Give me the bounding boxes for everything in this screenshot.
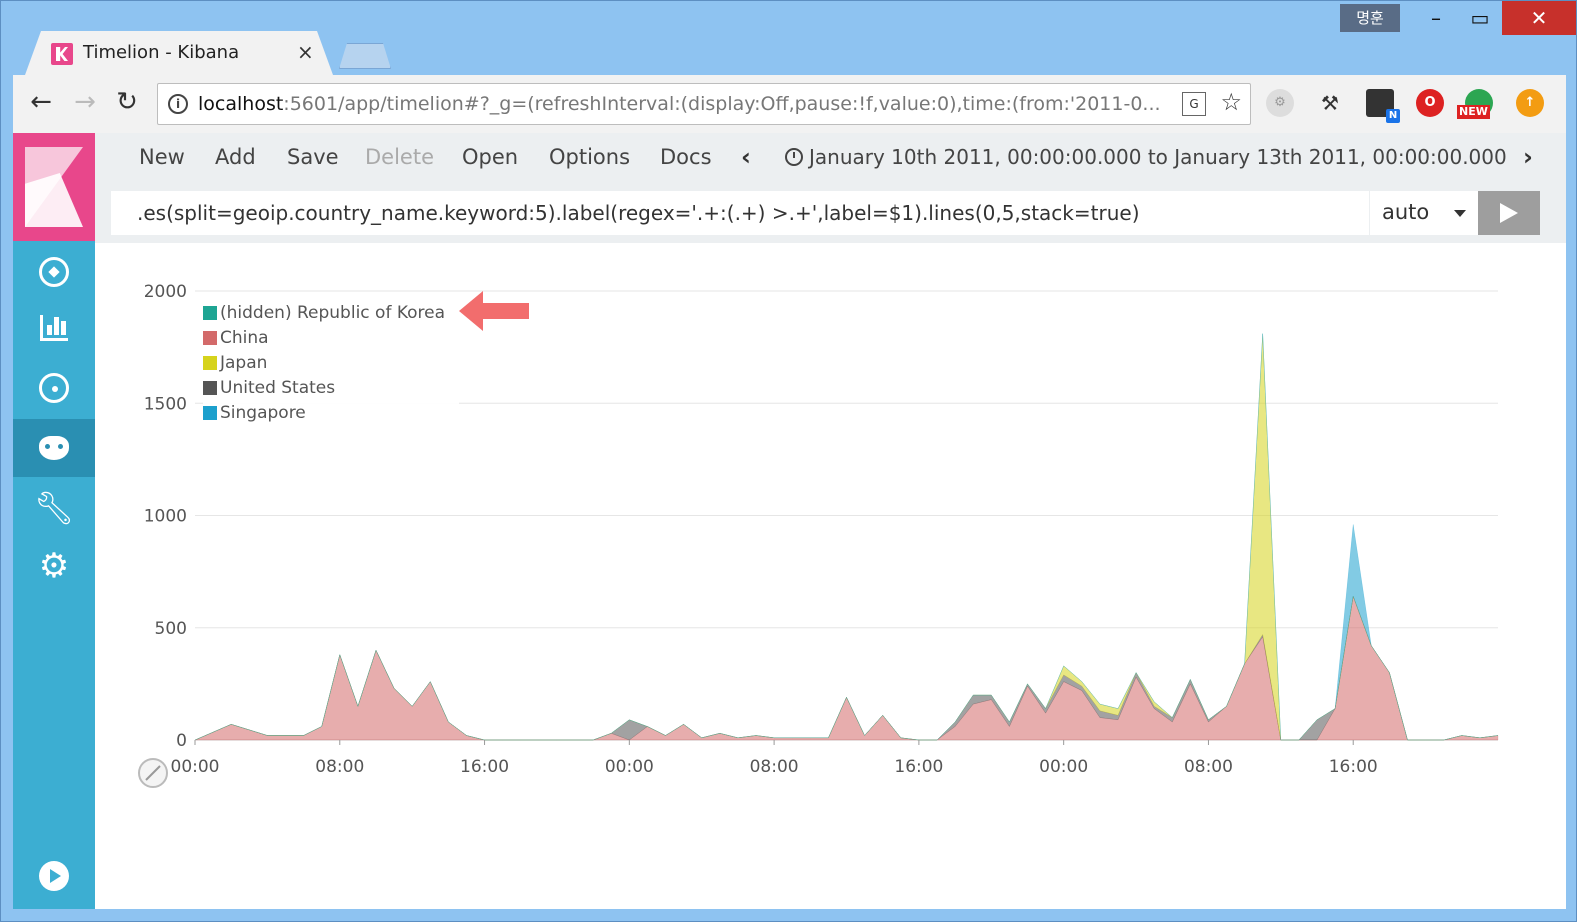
annotation-arrow bbox=[459, 291, 529, 331]
management-gear-icon[interactable]: ⚙ bbox=[13, 537, 95, 595]
y-tick-label: 2000 bbox=[144, 282, 187, 302]
top-nav-menu: New Add Save Delete Open Options Docs ‹ … bbox=[95, 133, 1566, 183]
minimize-icon[interactable]: – bbox=[1414, 1, 1458, 35]
legend-swatch bbox=[203, 355, 217, 370]
y-tick-label: 1500 bbox=[144, 394, 187, 414]
kibana-favicon-icon bbox=[51, 43, 73, 65]
extension-opera-icon[interactable]: O bbox=[1416, 89, 1444, 117]
kibana-sidebar: 🔧︎ ⚙ bbox=[13, 133, 95, 909]
menu-open[interactable]: Open bbox=[462, 145, 518, 169]
tab-title: Timelion - Kibana bbox=[83, 42, 240, 63]
devtools-wrench-icon[interactable]: 🔧︎ bbox=[13, 479, 95, 537]
ime-indicator: 명훈 bbox=[1340, 4, 1400, 32]
clock-icon bbox=[785, 148, 803, 166]
legend-swatch bbox=[203, 305, 217, 320]
legend-item[interactable]: United States bbox=[203, 375, 445, 400]
bookmark-star-icon[interactable]: ☆ bbox=[1220, 88, 1242, 116]
legend-label: (hidden) Republic of Korea bbox=[220, 302, 446, 323]
legend-item[interactable]: Japan bbox=[203, 350, 445, 375]
reset-zoom-icon[interactable] bbox=[138, 758, 168, 788]
reload-icon[interactable]: ↻ bbox=[111, 87, 143, 117]
x-tick-label: 16:00 bbox=[460, 757, 509, 777]
legend-swatch bbox=[203, 330, 217, 345]
kibana-logo[interactable] bbox=[13, 133, 95, 241]
site-info-icon[interactable]: i bbox=[168, 94, 188, 114]
y-tick-label: 500 bbox=[155, 619, 187, 639]
timelion-bear-icon[interactable] bbox=[13, 419, 95, 477]
x-axis: 00:00 08:00 16:00 00:00 08:00 16:00 00:00 08:00… bbox=[171, 740, 1378, 777]
chart-legend: (hidden) Republic of Korea China Japan Unit… bbox=[203, 300, 460, 425]
run-button[interactable] bbox=[1478, 191, 1540, 235]
extension-grammarly-icon[interactable]: NEW bbox=[1457, 89, 1493, 119]
tab-close-icon[interactable]: × bbox=[297, 40, 314, 64]
menu-new[interactable]: New bbox=[139, 145, 185, 169]
forward-icon[interactable]: → bbox=[69, 87, 101, 117]
extension-gear-icon[interactable]: ⚙ bbox=[1266, 89, 1294, 117]
extension-translate-icon[interactable]: N bbox=[1366, 89, 1400, 123]
menu-docs[interactable]: Docs bbox=[660, 145, 712, 169]
time-range-picker[interactable]: January 10th 2011, 00:00:00.000 to Janua… bbox=[785, 145, 1507, 169]
close-window-icon[interactable]: ✕ bbox=[1502, 1, 1576, 35]
x-tick-label: 08:00 bbox=[750, 757, 799, 777]
extension-update-icon[interactable]: ↑ bbox=[1516, 89, 1544, 117]
window-controls: 명훈 – ▭ ✕ bbox=[1340, 1, 1576, 35]
browser-toolbar: ← → ↻ i localhost:5601/app/timelion#?_g=… bbox=[13, 75, 1566, 133]
new-tab-button[interactable] bbox=[339, 43, 391, 69]
x-tick-label: 00:00 bbox=[605, 757, 654, 777]
collapse-play-icon[interactable] bbox=[13, 847, 95, 905]
legend-swatch bbox=[203, 405, 217, 420]
y-tick-label: 0 bbox=[176, 731, 187, 751]
legend-item[interactable]: China bbox=[203, 325, 445, 350]
menu-options[interactable]: Options bbox=[549, 145, 630, 169]
time-prev-chevron-icon[interactable]: ‹ bbox=[741, 143, 751, 171]
legend-item[interactable]: (hidden) Republic of Korea bbox=[203, 300, 445, 325]
menu-add[interactable]: Add bbox=[215, 145, 256, 169]
menu-save[interactable]: Save bbox=[287, 145, 339, 169]
extension-tool-icon[interactable]: ⚒ bbox=[1316, 89, 1344, 117]
back-icon[interactable]: ← bbox=[25, 87, 57, 117]
visualize-chart-icon[interactable] bbox=[13, 299, 95, 357]
x-tick-label: 08:00 bbox=[315, 757, 364, 777]
legend-label: Japan bbox=[220, 352, 268, 373]
legend-swatch bbox=[203, 380, 217, 395]
query-bar: .es(split=geoip.country_name.keyword:5).… bbox=[95, 183, 1566, 243]
legend-label: Singapore bbox=[220, 402, 306, 423]
expression-input[interactable]: .es(split=geoip.country_name.keyword:5).… bbox=[111, 191, 1369, 235]
url-text: localhost:5601/app/timelion#?_g=(refresh… bbox=[198, 93, 1161, 115]
browser-tab[interactable]: Timelion - Kibana × bbox=[25, 31, 333, 75]
dashboard-gauge-icon[interactable] bbox=[13, 359, 95, 417]
browser-window: Timelion - Kibana × 명훈 – ▭ ✕ ← → ↻ i loc… bbox=[0, 0, 1577, 922]
x-tick-label: 08:00 bbox=[1184, 757, 1233, 777]
y-tick-label: 1000 bbox=[144, 507, 187, 527]
legend-item[interactable]: Singapore bbox=[203, 400, 445, 425]
maximize-icon[interactable]: ▭ bbox=[1458, 1, 1502, 35]
legend-label: China bbox=[220, 327, 269, 348]
x-tick-label: 00:00 bbox=[171, 757, 220, 777]
menu-delete[interactable]: Delete bbox=[365, 145, 434, 169]
address-bar[interactable]: i localhost:5601/app/timelion#?_g=(refre… bbox=[157, 83, 1251, 125]
timelion-main: New Add Save Delete Open Options Docs ‹ … bbox=[95, 133, 1566, 909]
legend-label: United States bbox=[220, 377, 336, 398]
time-next-chevron-icon[interactable]: › bbox=[1523, 143, 1533, 171]
series-area-china bbox=[194, 595, 1499, 741]
translate-icon[interactable]: G bbox=[1182, 92, 1206, 116]
x-tick-label: 00:00 bbox=[1039, 757, 1088, 777]
caret-down-icon bbox=[1454, 210, 1466, 217]
y-axis: 0 500 1000 1500 2000 bbox=[144, 282, 187, 751]
interval-select[interactable]: auto bbox=[1370, 191, 1478, 235]
x-tick-label: 16:00 bbox=[1329, 757, 1378, 777]
discover-compass-icon[interactable] bbox=[13, 243, 95, 301]
x-tick-label: 16:00 bbox=[894, 757, 943, 777]
